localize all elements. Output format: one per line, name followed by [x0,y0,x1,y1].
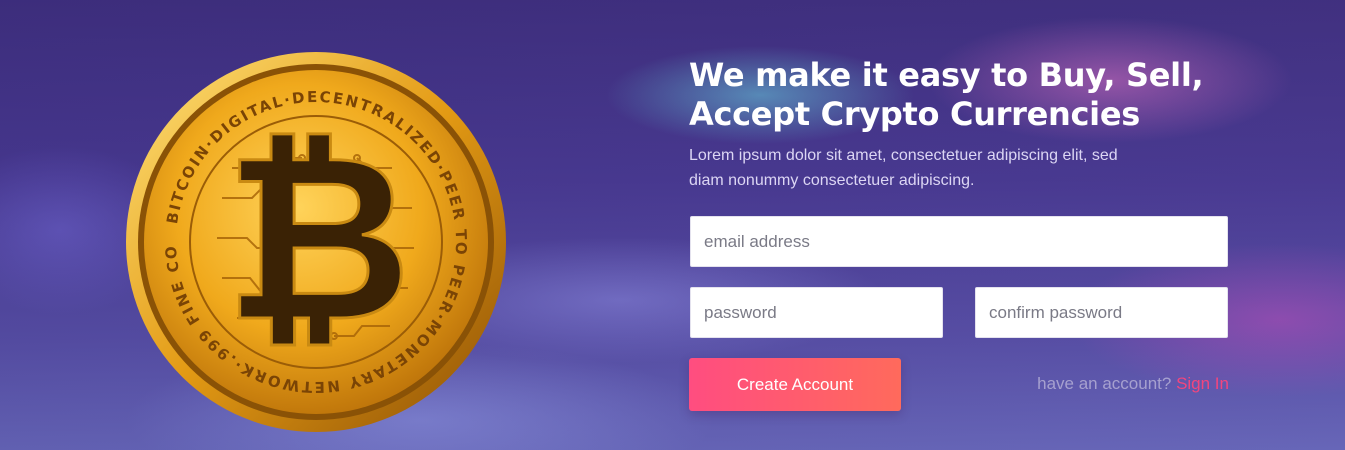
sign-in-link[interactable]: Sign In [1176,374,1229,393]
email-field[interactable] [690,216,1228,267]
create-account-button[interactable]: Create Account [689,358,901,411]
hero-description: Lorem ipsum dolor sit amet, consectetuer… [689,143,1229,193]
svg-text:₿: ₿ [224,106,411,373]
hero-headline: We make it easy to Buy, Sell, Accept Cry… [689,56,1249,134]
headline-line-2: Accept Crypto Currencies [689,95,1141,133]
description-line-1: Lorem ipsum dolor sit amet, consectetuer… [689,147,1118,164]
description-line-2: diam nonummy consectetuer adipiscing. [689,172,975,189]
hero-section: BITCOIN·DIGITAL·DECENTRALIZED·PEER TO PE… [0,0,1345,450]
password-field[interactable] [690,287,943,338]
bitcoin-coin-icon: BITCOIN·DIGITAL·DECENTRALIZED·PEER TO PE… [122,48,510,436]
headline-line-1: We make it easy to Buy, Sell, [689,56,1204,94]
confirm-password-field[interactable] [975,287,1228,338]
signup-panel: We make it easy to Buy, Sell, Accept Cry… [689,56,1229,411]
signin-prompt: have an account? Sign In [1037,374,1229,394]
have-account-text: have an account? [1037,374,1172,393]
